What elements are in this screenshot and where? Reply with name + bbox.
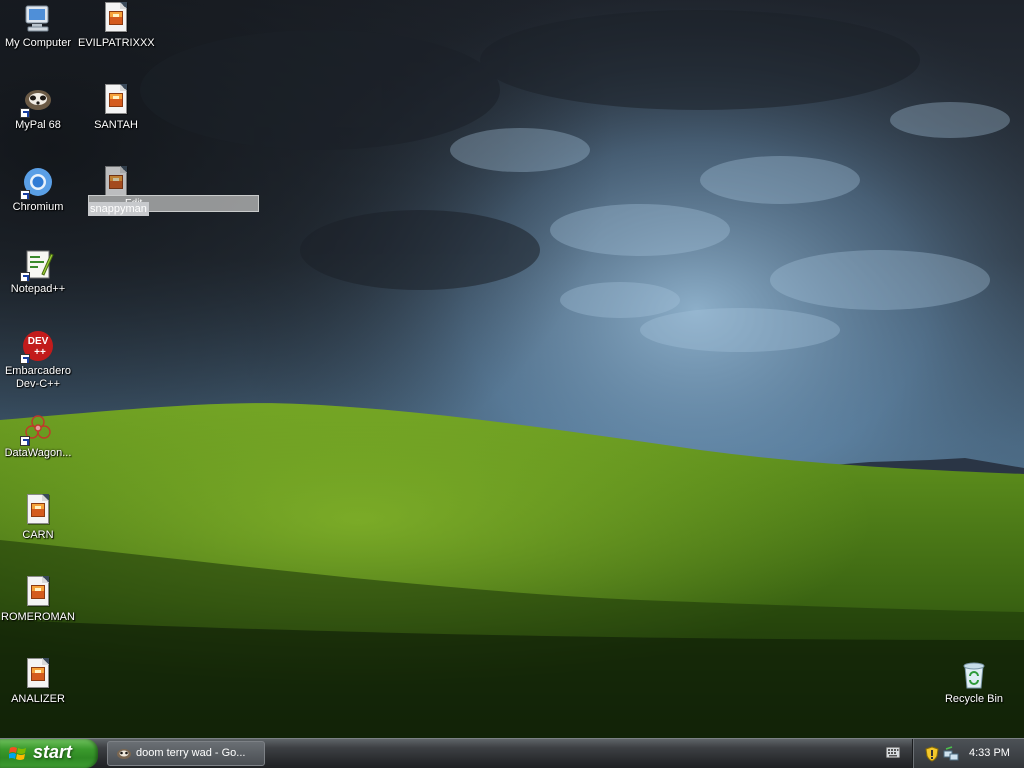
analizer-desktop-icon[interactable]: ANALIZER: [0, 658, 76, 706]
recycle-bin-label: Recycle Bin: [944, 693, 1004, 705]
network-icon[interactable]: [943, 746, 959, 762]
document-icon: [100, 84, 132, 116]
notepadpp-desktop-icon[interactable]: Notepad++: [0, 248, 76, 296]
carn-desktop-icon[interactable]: CARN: [0, 494, 76, 542]
datawagon-icon: [20, 412, 54, 446]
clock[interactable]: 4:33 PM: [969, 747, 1010, 759]
shortcut-arrow-icon: [20, 108, 30, 118]
datawagon-label: DataWagon...: [4, 447, 72, 459]
start-button[interactable]: start: [0, 739, 98, 768]
devcpp-badge-bottom: ++: [34, 347, 46, 358]
taskbar: start doom terry wad - Go... 4:33 PM: [0, 738, 1024, 768]
document-icon: [22, 494, 54, 526]
document-icon: [100, 2, 132, 34]
santah-desktop-icon[interactable]: SANTAH: [78, 84, 154, 132]
evilpatrixxx-desktop-icon[interactable]: EVILPATRIXXX: [78, 2, 155, 50]
document-icon: [100, 166, 132, 198]
recycle-bin-icon: [958, 658, 990, 690]
datawagon-desktop-icon[interactable]: DataWagon...: [0, 412, 76, 460]
romeroman-desktop-icon[interactable]: ROMEROMAN: [0, 576, 76, 624]
mypal-label: MyPal 68: [15, 119, 61, 131]
raccoon-icon: [117, 749, 131, 759]
security-shield-icon[interactable]: [925, 746, 939, 762]
document-icon: [22, 658, 54, 690]
devcpp-badge-top: DEV: [28, 336, 49, 347]
taskbar-item-label: doom terry wad - Go...: [136, 747, 246, 759]
analizer-label: ANALIZER: [11, 693, 65, 705]
devcpp-desktop-icon[interactable]: DEV ++ Embarcadero Dev-C++: [0, 330, 76, 391]
romeroman-label: ROMEROMAN: [1, 611, 75, 623]
notepadpp-label: Notepad++: [10, 283, 66, 295]
mypal-desktop-icon[interactable]: MyPal 68: [0, 84, 76, 132]
system-tray: 4:33 PM: [912, 739, 1024, 768]
chromium-icon: [20, 166, 54, 200]
my-computer-icon: [22, 2, 54, 34]
santah-label: SANTAH: [94, 119, 138, 131]
dev-cpp-icon: DEV ++: [20, 330, 54, 364]
evilpatrixxx-label: EVILPATRIXXX: [78, 37, 155, 49]
keyboard-language-icon[interactable]: [886, 747, 900, 758]
mypal-icon: [20, 84, 54, 118]
shortcut-arrow-icon: [20, 354, 30, 364]
my-computer-label: My Computer: [4, 37, 72, 49]
my-computer-desktop-icon[interactable]: My Computer: [0, 2, 76, 50]
document-icon: [22, 576, 54, 608]
shortcut-arrow-icon: [20, 190, 30, 200]
chromium-desktop-icon[interactable]: Chromium: [0, 166, 76, 214]
shortcut-arrow-icon: [20, 272, 30, 282]
recycle-bin-desktop-icon[interactable]: Recycle Bin: [936, 658, 1012, 706]
taskbar-item-doom-terry-wad[interactable]: doom terry wad - Go...: [107, 741, 265, 766]
shortcut-arrow-icon: [20, 436, 30, 446]
notepad-plus-plus-icon: [20, 248, 54, 282]
windows-logo-icon: [9, 747, 26, 760]
chromium-label: Chromium: [12, 201, 64, 213]
snappyman-label[interactable]: snappyman: [88, 202, 149, 216]
start-label: start: [33, 742, 73, 762]
devcpp-label: Embarcadero Dev-C++: [4, 365, 72, 390]
carn-label: CARN: [22, 529, 54, 541]
